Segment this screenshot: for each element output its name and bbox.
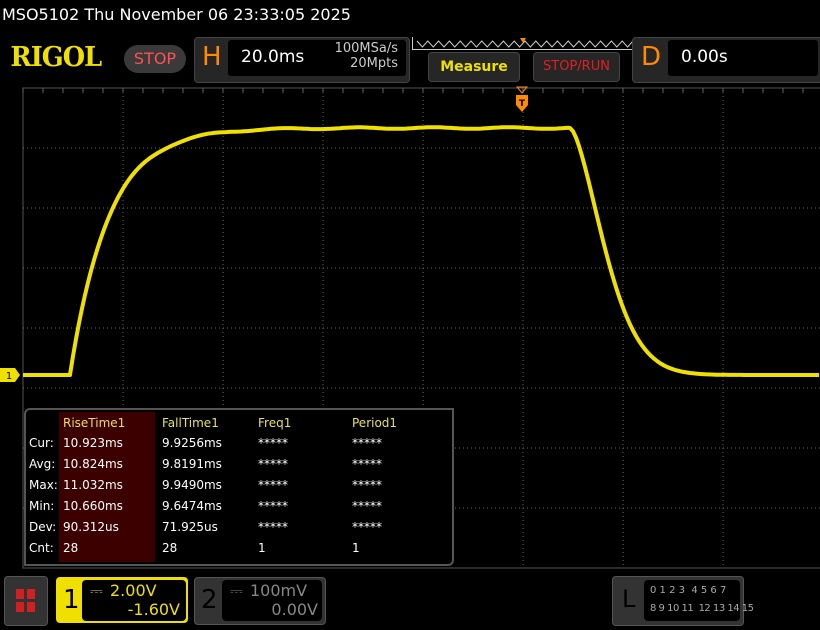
main-menu-button[interactable] (4, 576, 48, 626)
measure-value: ***** (352, 520, 382, 534)
measure-header: Freq1 (258, 416, 292, 430)
measure-header: RiseTime1 (63, 416, 126, 430)
svg-text:T: T (519, 99, 526, 109)
memory-depth: 20Mpts (350, 56, 398, 71)
row-label: Dev: (29, 520, 57, 534)
row-label: Cnt: (29, 541, 54, 555)
row-label: Avg: (29, 457, 56, 471)
ch1-scale: 2.00V (110, 581, 157, 600)
delay-label: D (641, 42, 662, 72)
trigger-marker: T (515, 86, 529, 112)
measure-value: 28 (162, 541, 178, 555)
ch1-ground-marker: 1 (0, 368, 20, 382)
measure-value: 9.8191ms (162, 457, 222, 471)
measure-value: 9.6474ms (162, 499, 222, 513)
measure-header: FallTime1 (162, 416, 219, 430)
ch2-scale: 100mV (250, 581, 308, 600)
measure-value: ***** (352, 457, 382, 471)
logic-channels-8-15: 8 9 10 11 12 13 14 15 (650, 603, 754, 614)
delay-value: 0.00s (681, 47, 728, 67)
measure-value: 90.312us (63, 520, 119, 534)
ch1-offset: -1.60V (127, 600, 180, 619)
measure-value: 1 (258, 541, 266, 555)
measure-value: 71.925us (162, 520, 218, 534)
timebase-value: 20.0ms (241, 47, 305, 67)
run-state-badge[interactable]: STOP (124, 45, 186, 73)
measure-value: ***** (258, 436, 288, 450)
row-label: Cur: (29, 436, 54, 450)
acquisition-info: 100MSa/s 20Mpts (318, 41, 398, 71)
horizontal-label: H (202, 42, 222, 72)
channel-1-number: 1 (63, 585, 80, 615)
ch1-waveform (23, 125, 819, 377)
measure-value: 9.9256ms (162, 436, 222, 450)
memory-waveform (416, 40, 634, 48)
measure-value: 10.923ms (63, 436, 123, 450)
ch2-offset: 0.00V (271, 600, 318, 619)
row-label: Max: (29, 478, 58, 492)
memory-overview (412, 37, 640, 50)
rigol-logo: RIGOL (10, 42, 102, 73)
stop-run-button[interactable]: STOP/RUN (533, 52, 620, 82)
svg-text:1: 1 (6, 371, 12, 382)
measure-value: ***** (258, 457, 288, 471)
measure-value: 10.824ms (63, 457, 123, 471)
measure-header: Period1 (352, 416, 398, 430)
measure-value: ***** (352, 436, 382, 450)
measure-value: ***** (258, 478, 288, 492)
measure-value: 9.9490ms (162, 478, 222, 492)
measure-value: 11.032ms (63, 478, 123, 492)
logic-channels-0-7: 0 1 2 3 4 5 6 7 (650, 585, 727, 596)
ch1-coupling-icon: ⎓ (90, 581, 103, 600)
logic-label: L (622, 585, 636, 613)
measure-value: ***** (258, 499, 288, 513)
measurement-table: RiseTime1 FallTime1 Freq1 Period1 Cur: 10.923… (24, 408, 454, 566)
measure-value: 28 (63, 541, 79, 555)
ch2-coupling-icon: ⎓ (230, 581, 243, 600)
menu-grid-icon (16, 589, 35, 612)
measure-value: 1 (352, 541, 360, 555)
channel-2-number: 2 (201, 585, 218, 615)
measure-value: ***** (258, 520, 288, 534)
sample-rate: 100MSa/s (334, 41, 398, 56)
measure-value: 10.660ms (63, 499, 123, 513)
status-title: MSO5102 Thu November 06 23:33:05 2025 (2, 5, 351, 24)
measure-button[interactable]: Measure (428, 52, 520, 82)
measure-value: ***** (352, 478, 382, 492)
measure-value: ***** (352, 499, 382, 513)
row-label: Min: (29, 499, 55, 513)
